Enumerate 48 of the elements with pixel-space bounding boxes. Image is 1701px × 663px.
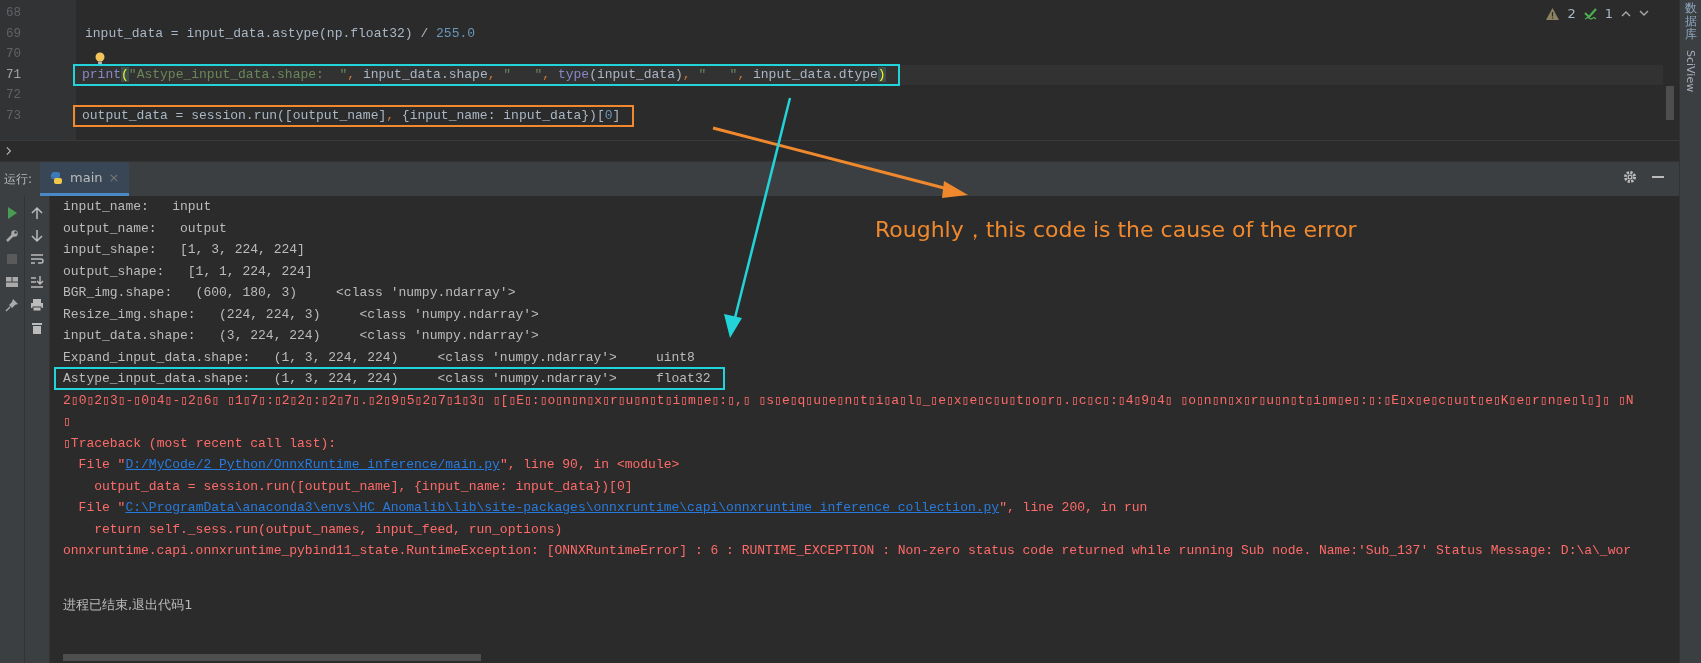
arrow-down-icon[interactable] [30,229,44,243]
weak-warning-count: 1 [1604,6,1613,21]
sidebar-tool-tab[interactable]: SciView [1684,49,1697,92]
run-label: 运行: [3,170,34,188]
code-line: input_data = input_data.astype(np.float32) / 255.0 [84,24,477,43]
console-line: BGR_img.shape: (600, 180, 3) <class 'numpy.ndarray'> [63,284,517,302]
run-tab[interactable]: main × [40,162,130,196]
console-line: ▯ [63,413,72,431]
console-line: Expand_input_data.shape: (1, 3, 224, 224) <class 'numpy.ndarray'> uint8 [63,348,696,366]
arrow-up-icon[interactable] [30,206,44,220]
console-line: 2▯0▯2▯3▯-▯0▯4▯-▯2▯6▯ ▯1▯7▯:▯2▯2▯:▯2▯7▯.▯2▯9▯5▯2▯7▯1▯3▯ ▯[▯E▯:▯o▯n▯n▯x▯r▯u▯n▯t▯i▯m▯e▯:▯,▯ ▯s▯e▯q▯u▯e▯n▯t▯i▯a▯l▯_▯e▯x▯e▯c▯u▯t▯o▯r▯.▯c▯c▯:▯4▯9▯4▯ ▯o▯n▯n▯x▯r▯u▯n▯t▯i▯m▯e▯:▯:▯E▯x▯e▯c▯u▯t▯e▯K▯e▯r▯n▯e▯l▯]▯ ▯N [63,391,1635,409]
printer-icon[interactable] [30,298,44,312]
run-icon[interactable] [5,206,19,220]
console-line: File "C:\ProgramData\anaconda3\envs\HC_Anomalib\lib\site-packages\onnxruntime\capi\onnxruntime_inference_collection.py", line 200, in run [77,499,1149,517]
soft-wrap-icon[interactable] [30,252,44,266]
settings-icon[interactable] [1623,169,1637,184]
lightbulb-icon[interactable] [94,52,106,67]
console-line: input_name: input [63,198,213,216]
layout-icon[interactable] [5,275,19,289]
console-line: output_shape: [1, 1, 224, 224] [63,262,314,280]
file-link[interactable]: C:\ProgramData\anaconda3\envs\HC_Anomalib\lib\site-packages\onnxruntime\capi\onnxruntime_inference_collection.py [125,500,1000,516]
warning-count: 2 [1567,6,1576,21]
chevron-right-icon[interactable] [4,145,14,157]
chevron-down-icon[interactable] [1639,10,1649,17]
console-line: Resize_img.shape: (224, 224, 3) <class 'numpy.ndarray'> [63,305,540,323]
console-line: output_data = session.run([output_name], {input_name: input_data})[0] [93,477,634,495]
console-line: return self._sess.run(output_names, input_feed, run_options) [93,520,564,538]
console-line: input_shape: [1, 3, 224, 224] [63,241,306,259]
exit-message: 进程已结束,退出代码1 [63,595,193,614]
console-line: ▯Traceback (most recent call last): [63,434,338,452]
console-line: input_data.shape: (3, 224, 224) <class 'numpy.ndarray'> [63,327,540,345]
checkmark-icon[interactable] [1583,7,1597,20]
horizontal-scrollbar[interactable] [63,654,481,661]
line-number: 71 [5,66,22,84]
annotation-text: Roughly，this code is the cause of the error [875,216,1357,244]
warning-icon[interactable] [1546,7,1560,20]
scrollbar-thumb[interactable] [1666,86,1674,120]
pin-icon[interactable] [5,298,19,312]
chevron-up-icon[interactable] [1621,10,1631,17]
console-line: output_name: output [63,219,228,237]
file-link[interactable]: D:/MyCode/2_Python/OnnxRuntime_inference/main.py [125,457,500,473]
console-line: File "D:/MyCode/2_Python/OnnxRuntime_inference/main.py", line 90, in <module> [77,456,681,474]
wrench-icon[interactable] [5,229,19,243]
sidebar-tool-tab[interactable]: 数据库 [1684,2,1697,42]
scroll-to-end-icon[interactable] [30,275,44,289]
console-line: onnxruntime.capi.onnxruntime_pybind11_state.RuntimeException: [ONNXRuntimeError] : 6 : RUNTIME_EXCEPTION : Non-zero status code returned while running Sub node. Name:'Sub_137' Status Message: D:\a\_wor [63,542,1633,560]
python-icon [50,170,65,185]
trash-icon[interactable] [30,321,44,335]
